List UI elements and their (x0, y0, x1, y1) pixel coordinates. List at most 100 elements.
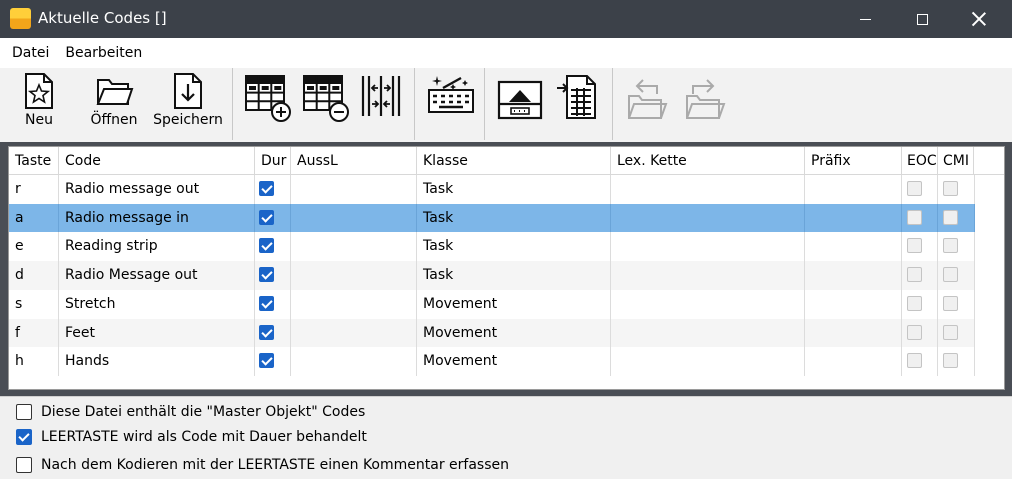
cell-dur[interactable] (255, 318, 291, 348)
undo-button[interactable] (620, 68, 672, 140)
cell-klasse[interactable]: Movement (417, 318, 611, 348)
cell-eoc[interactable] (902, 289, 938, 319)
cell-cmi[interactable] (938, 318, 975, 348)
cell-taste[interactable]: r (9, 175, 59, 204)
new-button[interactable]: Neu (16, 68, 62, 140)
cell-lex-kette[interactable] (611, 289, 805, 319)
eoc-checkbox[interactable] (907, 324, 922, 340)
minimize-button[interactable] (842, 0, 888, 38)
cell-praefix[interactable] (805, 347, 902, 377)
cell-eoc[interactable] (902, 318, 938, 348)
maximize-button[interactable] (899, 0, 945, 38)
eoc-checkbox[interactable] (907, 181, 922, 196)
cell-code[interactable]: Radio message out (59, 175, 255, 204)
column-header-code[interactable]: Code (59, 147, 255, 175)
dur-checkbox[interactable] (259, 209, 274, 225)
cell-praefix[interactable] (805, 232, 902, 262)
space-duration-checkbox[interactable] (16, 429, 32, 445)
cell-eoc[interactable] (902, 347, 938, 377)
cell-taste[interactable]: d (9, 261, 59, 291)
cell-dur[interactable] (255, 347, 291, 377)
cell-klasse[interactable]: Movement (417, 347, 611, 377)
cell-taste[interactable]: s (9, 289, 59, 319)
table-row[interactable]: e Reading strip Task (9, 232, 975, 262)
import-button[interactable] (492, 68, 548, 140)
cell-taste[interactable]: f (9, 318, 59, 348)
export-list-button[interactable] (552, 68, 606, 140)
option-space-duration[interactable]: LEERTASTE wird als Code mit Dauer behand… (16, 427, 367, 447)
table-row[interactable]: s Stretch Movement (9, 289, 975, 319)
dur-checkbox[interactable] (259, 295, 274, 311)
cell-code[interactable]: Stretch (59, 289, 255, 319)
cell-code[interactable]: Radio Message out (59, 261, 255, 291)
menu-bearbeiten[interactable]: Bearbeiten (53, 45, 142, 61)
option-space-comment[interactable]: Nach dem Kodieren mit der LEERTASTE eine… (16, 455, 509, 475)
redo-button[interactable] (678, 68, 730, 140)
cell-eoc[interactable] (902, 232, 938, 262)
cell-taste[interactable]: e (9, 232, 59, 262)
cell-dur[interactable] (255, 232, 291, 262)
column-header-dur[interactable]: Dur (255, 147, 291, 175)
cell-lex-kette[interactable] (611, 203, 805, 233)
cell-aussl[interactable] (291, 318, 417, 348)
cell-cmi[interactable] (938, 261, 975, 291)
cell-eoc[interactable] (902, 175, 938, 204)
cell-aussl[interactable] (291, 203, 417, 233)
master-object-checkbox[interactable] (16, 404, 32, 420)
dur-checkbox[interactable] (259, 353, 274, 369)
cell-taste[interactable]: a (9, 203, 59, 233)
cell-eoc[interactable] (902, 203, 938, 233)
cell-cmi[interactable] (938, 203, 975, 233)
cell-eoc[interactable] (902, 261, 938, 291)
option-master-object[interactable]: Diese Datei enthält die "Master Objekt" … (16, 402, 365, 422)
column-header-praefix[interactable]: Präfix (805, 147, 902, 175)
cmi-checkbox[interactable] (943, 209, 958, 225)
eoc-checkbox[interactable] (907, 353, 922, 369)
space-comment-checkbox[interactable] (16, 457, 32, 473)
eoc-checkbox[interactable] (907, 295, 922, 311)
cell-klasse[interactable]: Task (417, 232, 611, 262)
column-header-eoc[interactable]: EOC (902, 147, 938, 175)
cell-lex-kette[interactable] (611, 347, 805, 377)
cell-cmi[interactable] (938, 289, 975, 319)
cell-taste[interactable]: h (9, 347, 59, 377)
cell-cmi[interactable] (938, 232, 975, 262)
cell-code[interactable]: Reading strip (59, 232, 255, 262)
column-header-taste[interactable]: Taste (9, 147, 59, 175)
save-button[interactable]: Speichern (153, 68, 223, 140)
cell-cmi[interactable] (938, 347, 975, 377)
cell-lex-kette[interactable] (611, 318, 805, 348)
cell-dur[interactable] (255, 203, 291, 233)
cell-klasse[interactable]: Task (417, 203, 611, 233)
cell-aussl[interactable] (291, 261, 417, 291)
cell-aussl[interactable] (291, 175, 417, 204)
cell-dur[interactable] (255, 175, 291, 204)
eoc-checkbox[interactable] (907, 209, 922, 225)
table-row[interactable]: d Radio Message out Task (9, 261, 975, 291)
auto-assign-keys-button[interactable] (422, 68, 478, 140)
eoc-checkbox[interactable] (907, 267, 922, 283)
table-row[interactable]: h Hands Movement (9, 347, 975, 377)
cell-praefix[interactable] (805, 318, 902, 348)
cell-lex-kette[interactable] (611, 261, 805, 291)
column-header-cmi[interactable]: CMI (938, 147, 974, 175)
dur-checkbox[interactable] (259, 267, 274, 283)
open-button[interactable]: Öffnen (88, 68, 140, 140)
cell-klasse[interactable]: Task (417, 175, 611, 204)
column-header-lex-kette[interactable]: Lex. Kette (611, 147, 805, 175)
cmi-checkbox[interactable] (943, 238, 958, 254)
cmi-checkbox[interactable] (943, 324, 958, 340)
cell-aussl[interactable] (291, 347, 417, 377)
add-row-button[interactable] (242, 68, 294, 140)
cmi-checkbox[interactable] (943, 353, 958, 369)
cell-aussl[interactable] (291, 232, 417, 262)
cell-code[interactable]: Radio message in (59, 203, 255, 233)
cell-klasse[interactable]: Task (417, 261, 611, 291)
dur-checkbox[interactable] (259, 181, 274, 196)
remove-row-button[interactable] (300, 68, 352, 140)
close-button[interactable] (956, 0, 1002, 38)
dur-checkbox[interactable] (259, 238, 274, 254)
cell-dur[interactable] (255, 289, 291, 319)
table-row[interactable]: f Feet Movement (9, 318, 975, 348)
cell-aussl[interactable] (291, 289, 417, 319)
